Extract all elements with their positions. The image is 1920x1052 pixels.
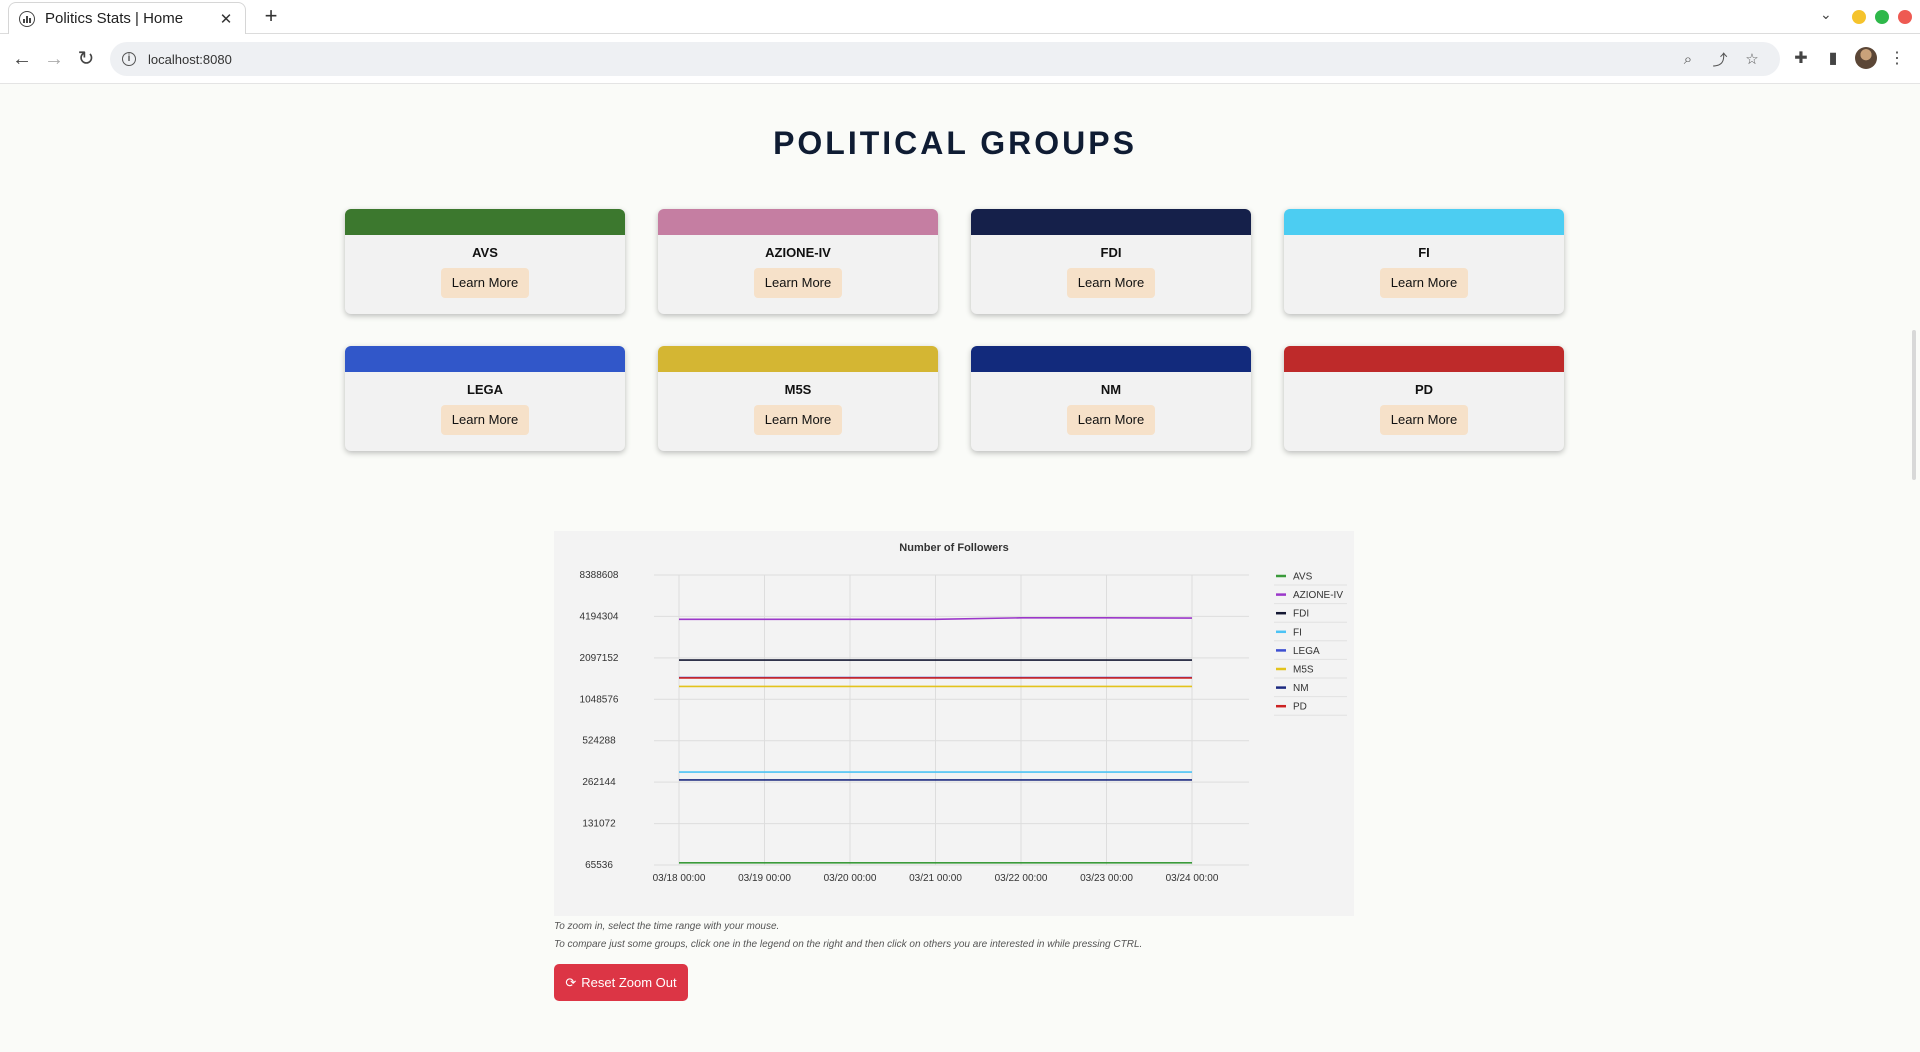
- y-tick-label: 262144: [582, 777, 616, 788]
- share-icon[interactable]: ⤴: [1704, 49, 1736, 70]
- group-color-band: [345, 346, 625, 372]
- chart-svg[interactable]: 8388608 4194304 2097152 1048576 524288 262144…: [554, 531, 1354, 916]
- learn-more-button[interactable]: Learn More: [441, 268, 529, 298]
- tab-close-icon[interactable]: ✕: [217, 10, 235, 28]
- browser-tab-bar: Politics Stats | Home ✕ + ⌄: [0, 0, 1920, 34]
- reload-icon[interactable]: ↻: [74, 47, 98, 71]
- reset-zoom-button[interactable]: ⟳ Reset Zoom Out: [554, 964, 688, 1001]
- back-icon[interactable]: ←: [10, 47, 34, 71]
- extensions-icon[interactable]: ✚: [1790, 48, 1812, 70]
- legend-item-avs[interactable]: AVS: [1293, 572, 1313, 583]
- group-color-band: [1284, 346, 1564, 372]
- learn-more-button[interactable]: Learn More: [1380, 405, 1468, 435]
- group-color-band: [971, 209, 1251, 235]
- x-tick-label: 03/22 00:00: [995, 873, 1048, 884]
- group-name: FI: [1418, 245, 1430, 260]
- x-tick-label: 03/21 00:00: [909, 873, 962, 884]
- legend-item-pd[interactable]: PD: [1293, 702, 1307, 713]
- new-tab-icon[interactable]: +: [258, 4, 284, 30]
- group-card: AZIONE-IV Learn More: [658, 209, 938, 314]
- group-card: M5S Learn More: [658, 346, 938, 451]
- close-window-icon[interactable]: [1898, 10, 1912, 24]
- refresh-icon: ⟳: [565, 974, 577, 990]
- group-name: PD: [1414, 382, 1434, 397]
- zoom-icon[interactable]: ⌕: [1672, 51, 1704, 68]
- forward-icon[interactable]: →: [42, 47, 66, 71]
- legend-item-nm[interactable]: NM: [1293, 683, 1309, 694]
- browser-tab[interactable]: Politics Stats | Home ✕: [8, 2, 246, 34]
- learn-more-button[interactable]: Learn More: [754, 405, 842, 435]
- group-name: AVS: [472, 245, 498, 260]
- group-name: NM: [1100, 382, 1122, 397]
- legend-item-azione-iv[interactable]: AZIONE-IV: [1293, 590, 1343, 601]
- x-tick-label: 03/20 00:00: [824, 873, 877, 884]
- group-name: LEGA: [466, 382, 504, 397]
- group-name: AZIONE-IV: [765, 245, 831, 260]
- y-tick-label: 8388608: [580, 570, 619, 581]
- group-color-band: [1284, 209, 1564, 235]
- group-card: NM Learn More: [971, 346, 1251, 451]
- group-card: FI Learn More: [1284, 209, 1564, 314]
- legend-item-lega[interactable]: LEGA: [1293, 646, 1320, 657]
- learn-more-button[interactable]: Learn More: [1067, 405, 1155, 435]
- learn-more-button[interactable]: Learn More: [1380, 268, 1468, 298]
- side-panel-icon[interactable]: ▮: [1822, 48, 1844, 70]
- profile-avatar[interactable]: [1855, 47, 1877, 69]
- site-info-icon[interactable]: i: [122, 52, 136, 66]
- y-tick-label: 2097152: [580, 653, 619, 664]
- learn-more-button[interactable]: Learn More: [1067, 268, 1155, 298]
- group-color-band: [658, 209, 938, 235]
- learn-more-button[interactable]: Learn More: [754, 268, 842, 298]
- y-tick-label: 4194304: [580, 611, 619, 622]
- legend-item-fdi[interactable]: FDI: [1293, 609, 1309, 620]
- group-color-band: [971, 346, 1251, 372]
- page-heading: POLITICAL GROUPS: [773, 125, 1137, 161]
- reset-zoom-label: Reset Zoom Out: [581, 975, 677, 990]
- group-card: PD Learn More: [1284, 346, 1564, 451]
- page-content: POLITICAL GROUPS AVS Learn More AZIONE-IV L…: [0, 85, 1920, 1052]
- group-color-band: [345, 209, 625, 235]
- group-card: FDI Learn More: [971, 209, 1251, 314]
- address-bar[interactable]: i localhost:8080 ⌕ ⤴ ☆: [110, 42, 1780, 76]
- browser-toolbar: ← → ↻ i localhost:8080 ⌕ ⤴ ☆ ✚ ▮ ⋮: [0, 34, 1920, 84]
- maximize-window-icon[interactable]: [1875, 10, 1889, 24]
- learn-more-button[interactable]: Learn More: [441, 405, 529, 435]
- tab-title: Politics Stats | Home: [45, 10, 184, 27]
- group-card: LEGA Learn More: [345, 346, 625, 451]
- bookmark-star-icon[interactable]: ☆: [1736, 50, 1768, 68]
- x-tick-label: 03/24 00:00: [1166, 873, 1219, 884]
- x-tick-label: 03/19 00:00: [738, 873, 791, 884]
- menu-kebab-icon[interactable]: ⋮: [1886, 48, 1908, 70]
- page-scrollbar[interactable]: [1912, 330, 1916, 480]
- legend-item-fi[interactable]: FI: [1293, 627, 1302, 638]
- group-name: M5S: [784, 382, 812, 397]
- group-color-band: [658, 346, 938, 372]
- group-card: AVS Learn More: [345, 209, 625, 314]
- chart-favicon-icon: [19, 10, 35, 27]
- y-tick-label: 131072: [582, 819, 616, 830]
- followers-chart[interactable]: Number of Followers 8388608 4194304 209715…: [554, 531, 1354, 916]
- url-text[interactable]: localhost:8080: [148, 52, 1672, 67]
- tab-search-icon[interactable]: ⌄: [1820, 6, 1832, 23]
- legend-item-m5s[interactable]: M5S: [1293, 665, 1314, 676]
- y-tick-label: 524288: [582, 736, 616, 747]
- group-name: FDI: [1100, 245, 1122, 260]
- zoom-hint: To zoom in, select the time range with y…: [554, 921, 780, 932]
- y-tick-label: 65536: [585, 860, 613, 871]
- x-tick-label: 03/23 00:00: [1080, 873, 1133, 884]
- minimize-window-icon[interactable]: [1852, 10, 1866, 24]
- compare-hint: To compare just some groups, click one i…: [554, 939, 1143, 950]
- x-tick-label: 03/18 00:00: [653, 873, 706, 884]
- y-tick-label: 1048576: [580, 694, 619, 705]
